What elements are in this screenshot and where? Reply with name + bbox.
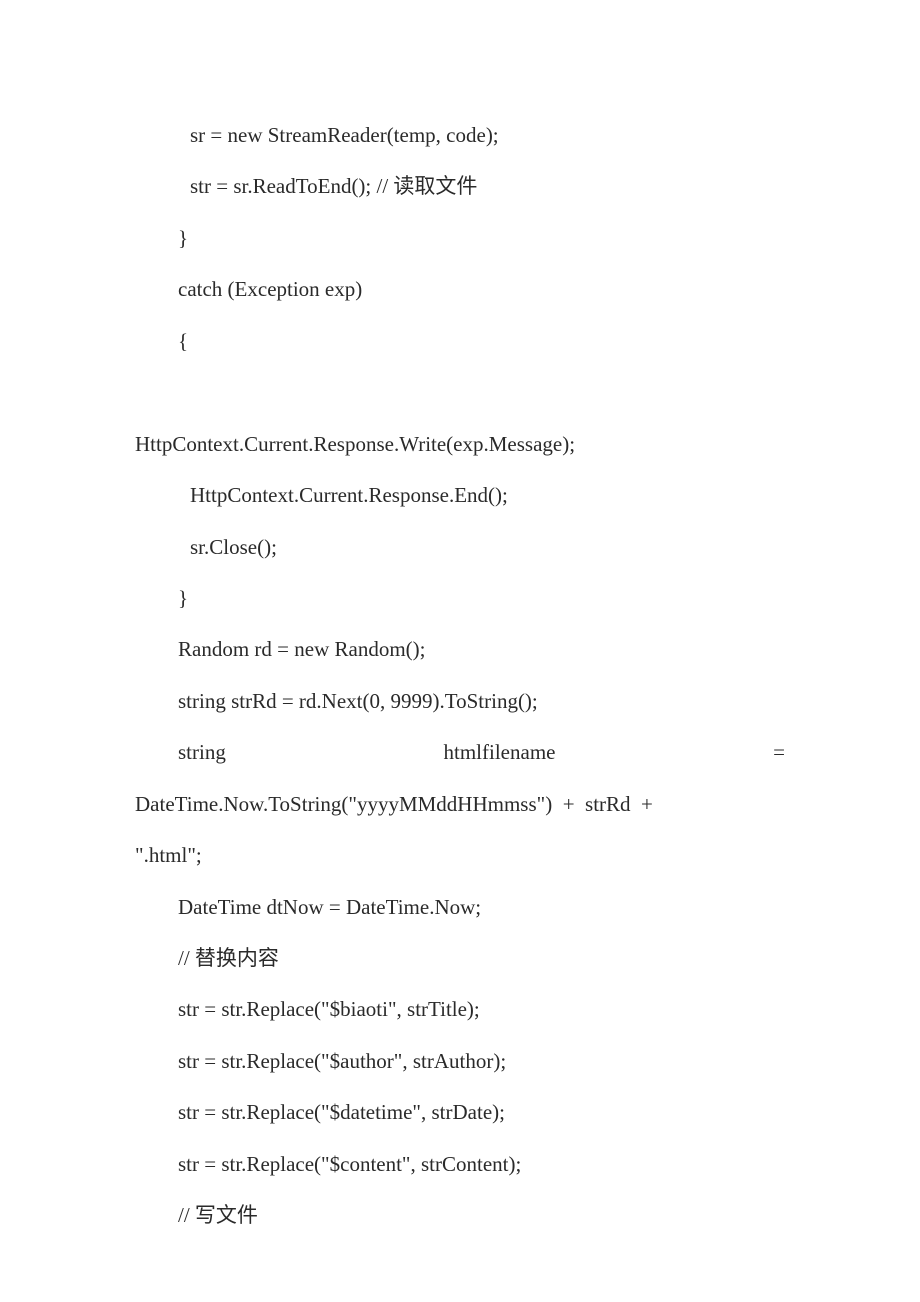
code-line: str = str.Replace("$biaoti", strTitle);	[135, 984, 785, 1035]
code-line: }	[135, 573, 785, 624]
code-line: // 替换内容	[135, 933, 785, 984]
code-line: DateTime.Now.ToString("yyyyMMddHHmmss") …	[135, 779, 785, 830]
token: =	[773, 740, 785, 764]
code-line: {	[135, 316, 785, 367]
code-line: HttpContext.Current.Response.End();	[135, 470, 785, 521]
code-line: DateTime dtNow = DateTime.Now;	[135, 882, 785, 933]
code-line: HttpContext.Current.Response.Write(exp.M…	[135, 419, 785, 470]
code-line: ".html";	[135, 830, 785, 881]
code-line: }	[135, 213, 785, 264]
code-line: // 写文件	[135, 1190, 785, 1241]
code-line: string strRd = rd.Next(0, 9999).ToString…	[135, 676, 785, 727]
blank-line	[135, 367, 785, 418]
code-line: str = str.Replace("$datetime", strDate);	[135, 1087, 785, 1138]
token: htmlfilename	[444, 740, 556, 764]
code-line: sr.Close();	[135, 522, 785, 573]
code-line: str = str.Replace("$author", strAuthor);	[135, 1036, 785, 1087]
token: string	[178, 740, 226, 764]
code-line-justified: string htmlfilename =	[135, 727, 785, 778]
code-line: sr = new StreamReader(temp, code);	[135, 110, 785, 161]
code-line: catch (Exception exp)	[135, 264, 785, 315]
code-line: str = sr.ReadToEnd(); // 读取文件	[135, 161, 785, 212]
document-page: sr = new StreamReader(temp, code); str =…	[0, 0, 920, 1302]
code-line: Random rd = new Random();	[135, 624, 785, 675]
code-line: str = str.Replace("$content", strContent…	[135, 1139, 785, 1190]
